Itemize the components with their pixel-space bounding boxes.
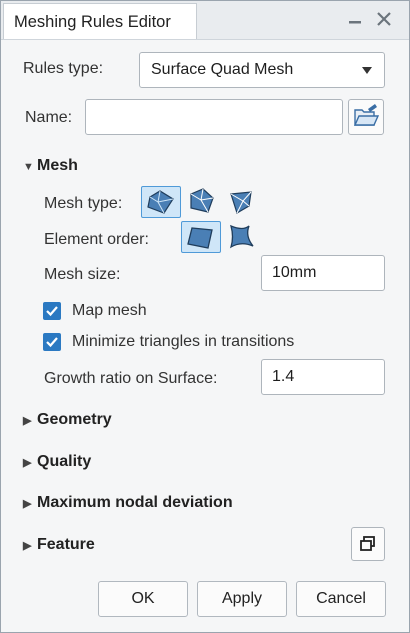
minimize-triangles-label: Minimize triangles in transitions bbox=[72, 333, 295, 350]
section-feature[interactable]: ▶ Feature bbox=[23, 536, 95, 554]
ok-button[interactable]: OK bbox=[98, 581, 188, 617]
titlebar: Meshing Rules Editor bbox=[1, 1, 409, 40]
restore-window-icon bbox=[360, 536, 375, 551]
meshing-rules-editor-window: Meshing Rules Editor Rules type: Surface… bbox=[0, 0, 410, 633]
growth-ratio-input[interactable]: 1.4 bbox=[261, 359, 385, 395]
feature-popout-button[interactable] bbox=[351, 527, 385, 561]
mesh-size-label: Mesh size: bbox=[44, 266, 121, 283]
mesh-type-tri-icon[interactable] bbox=[223, 186, 263, 218]
window-tab[interactable]: Meshing Rules Editor bbox=[3, 3, 197, 39]
element-order-label: Element order: bbox=[44, 231, 149, 248]
apply-button[interactable]: Apply bbox=[197, 581, 287, 617]
element-order-linear-icon[interactable] bbox=[181, 221, 221, 253]
section-mesh[interactable]: ▼ Mesh bbox=[23, 157, 78, 175]
section-quality-label: Quality bbox=[37, 453, 92, 470]
section-maximum-nodal-deviation[interactable]: ▶ Maximum nodal deviation bbox=[23, 494, 233, 512]
browse-button[interactable] bbox=[348, 99, 384, 135]
rules-type-value: Surface Quad Mesh bbox=[151, 61, 294, 78]
section-geometry[interactable]: ▶ Geometry bbox=[23, 411, 112, 429]
name-label: Name: bbox=[25, 109, 73, 126]
folder-open-icon bbox=[353, 104, 380, 126]
collapsed-triangle-icon: ▶ bbox=[23, 457, 32, 469]
close-icon[interactable] bbox=[375, 10, 393, 28]
mesh-type-mixed-icon[interactable] bbox=[183, 186, 223, 218]
mesh-type-quad-icon[interactable] bbox=[141, 186, 181, 218]
mesh-size-input[interactable]: 10mm bbox=[261, 255, 385, 291]
section-feature-label: Feature bbox=[37, 536, 95, 553]
expanded-triangle-icon: ▼ bbox=[23, 161, 34, 173]
checkmark-icon bbox=[46, 306, 58, 317]
editor-body: Rules type: Surface Quad Mesh Name: ▼ Mes… bbox=[1, 40, 409, 632]
collapsed-triangle-icon: ▶ bbox=[23, 540, 32, 552]
chevron-down-icon bbox=[362, 67, 372, 74]
cancel-button[interactable]: Cancel bbox=[296, 581, 386, 617]
collapsed-triangle-icon: ▶ bbox=[23, 415, 32, 427]
name-input[interactable] bbox=[85, 99, 343, 135]
mesh-size-value: 10mm bbox=[272, 264, 317, 281]
minimize-triangles-checkbox[interactable] bbox=[43, 333, 61, 351]
section-quality[interactable]: ▶ Quality bbox=[23, 453, 91, 471]
section-maximum-nodal-deviation-label: Maximum nodal deviation bbox=[37, 494, 233, 511]
mesh-type-label: Mesh type: bbox=[44, 195, 123, 212]
checkmark-icon bbox=[46, 337, 58, 348]
rules-type-label: Rules type: bbox=[23, 60, 104, 77]
growth-ratio-label: Growth ratio on Surface: bbox=[44, 370, 218, 387]
map-mesh-checkbox[interactable] bbox=[43, 302, 61, 320]
map-mesh-label: Map mesh bbox=[72, 302, 147, 319]
element-order-quadratic-icon[interactable] bbox=[221, 221, 261, 253]
section-geometry-label: Geometry bbox=[37, 411, 112, 428]
collapsed-triangle-icon: ▶ bbox=[23, 498, 32, 510]
window-title: Meshing Rules Editor bbox=[14, 13, 171, 31]
growth-ratio-value: 1.4 bbox=[272, 368, 295, 385]
rules-type-select[interactable]: Surface Quad Mesh bbox=[139, 52, 385, 88]
section-mesh-label: Mesh bbox=[37, 157, 78, 174]
minimize-icon[interactable] bbox=[346, 10, 364, 28]
